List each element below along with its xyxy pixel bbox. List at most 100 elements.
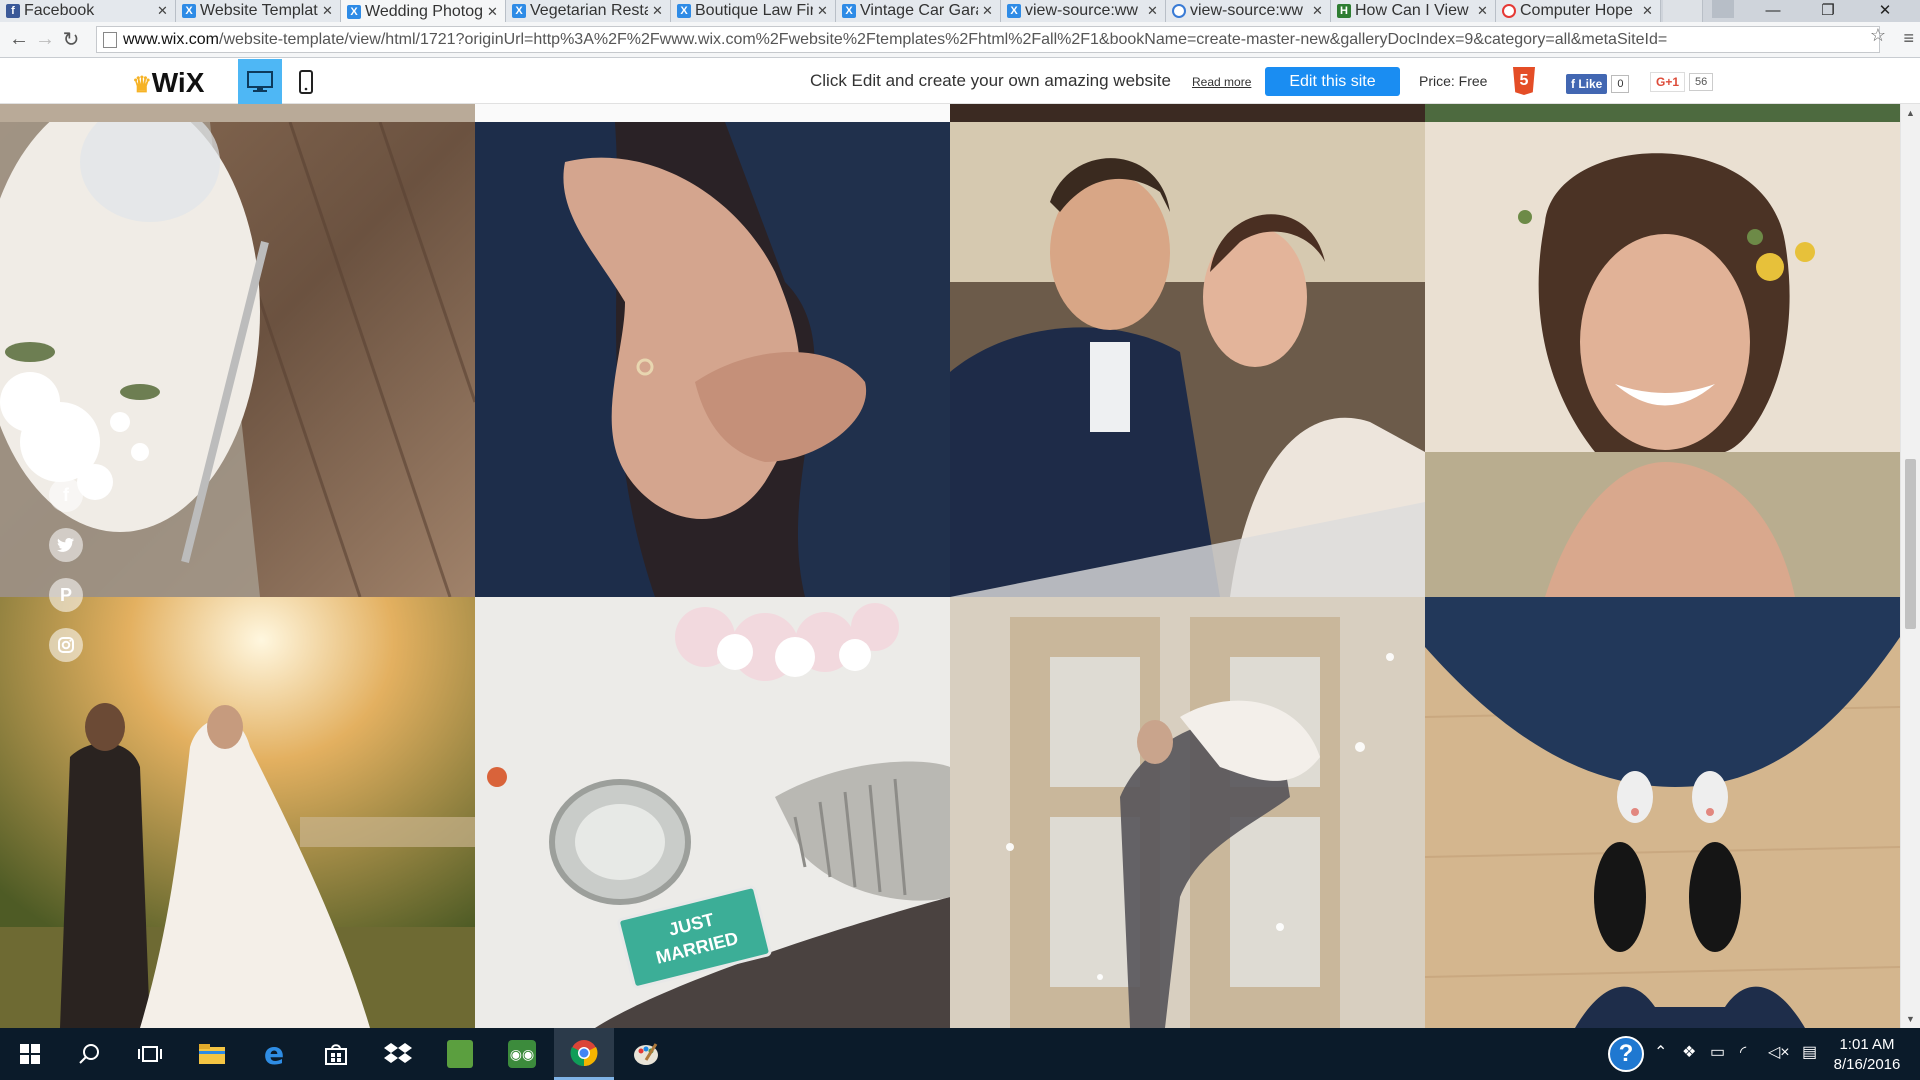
like-count: 0 <box>1611 75 1630 93</box>
tab-facebook[interactable]: f Facebook ✕ <box>0 0 176 22</box>
gallery-tile-smiling-bride[interactable] <box>1425 122 1900 597</box>
couple-in-car-photo <box>950 122 1425 597</box>
new-tab-button[interactable] <box>1663 0 1703 22</box>
wifi-icon[interactable]: ◜ <box>1740 1042 1746 1062</box>
close-icon[interactable]: ✕ <box>322 3 334 19</box>
tab-wedding-photography[interactable]: X Wedding Photog ✕ <box>341 0 506 23</box>
crown-icon: ♛ <box>132 72 152 97</box>
task-view-button[interactable] <box>120 1028 180 1080</box>
tab-view-source-2[interactable]: view-source:ww ✕ <box>1166 0 1331 22</box>
store-button[interactable] <box>306 1028 366 1080</box>
facebook-like-button[interactable]: f Like <box>1566 74 1608 94</box>
google-plus-button[interactable]: G+1 <box>1650 72 1686 92</box>
scroll-down-icon[interactable]: ▼ <box>1906 1014 1915 1024</box>
google-icon <box>1502 4 1516 18</box>
show-hidden-icons-icon[interactable]: ⌃ <box>1654 1042 1667 1062</box>
start-button[interactable] <box>0 1028 60 1080</box>
url-host: www.wix.com <box>123 30 220 48</box>
couple-sunset-field-photo <box>0 597 475 1028</box>
clock-time: 1:01 AM <box>1839 1036 1895 1053</box>
instagram-icon[interactable] <box>49 628 83 662</box>
tripadvisor-button[interactable]: ◉◉ <box>492 1028 552 1080</box>
minimize-icon[interactable]: — <box>1750 0 1796 22</box>
wix-logo[interactable]: ♛WiX <box>132 67 204 99</box>
close-icon[interactable]: ✕ <box>982 3 994 19</box>
chrome-button[interactable] <box>554 1028 614 1080</box>
desktop-view-button[interactable] <box>238 59 282 104</box>
close-icon[interactable]: ✕ <box>652 3 664 19</box>
chrome-menu-icon[interactable]: ≡ <box>1903 28 1914 49</box>
close-icon[interactable]: ✕ <box>1477 3 1489 19</box>
reload-icon[interactable]: ↻ <box>58 27 84 52</box>
search-icon <box>79 1044 99 1064</box>
html5-icon: 5 <box>1513 67 1535 95</box>
close-icon[interactable]: ✕ <box>817 3 829 19</box>
read-more-link[interactable]: Read more <box>1192 75 1251 89</box>
evernote-button[interactable] <box>430 1028 490 1080</box>
back-icon[interactable]: ← <box>6 28 32 51</box>
wix-icon: X <box>512 4 526 18</box>
forward-icon[interactable]: → <box>32 28 58 51</box>
tab-title: view-source:ww <box>1025 2 1138 19</box>
tab-vintage-car-garage[interactable]: X Vintage Car Gara ✕ <box>836 0 1001 22</box>
folder-icon <box>199 1044 225 1064</box>
paint-button[interactable] <box>616 1028 676 1080</box>
gallery-tile-couple-in-car[interactable] <box>950 122 1425 597</box>
close-icon[interactable]: ✕ <box>157 3 169 19</box>
close-window-icon[interactable]: ✕ <box>1862 0 1908 22</box>
battery-icon[interactable]: ▭ <box>1710 1042 1725 1062</box>
edge-button[interactable]: e <box>244 1028 304 1080</box>
page-viewport: JUST MARRIED f P <box>0 104 1900 1028</box>
store-icon <box>325 1044 347 1065</box>
dropbox-tray-icon[interactable]: ❖ <box>1682 1042 1696 1062</box>
close-icon[interactable]: ✕ <box>1147 3 1159 19</box>
tab-title: view-source:ww <box>1190 2 1303 19</box>
gallery-tile-just-married-car[interactable]: JUST MARRIED <box>475 597 950 1028</box>
chrome-icon <box>570 1039 598 1066</box>
tab-website-templates[interactable]: X Website Templat ✕ <box>176 0 341 22</box>
gallery-tile-engagement-ring[interactable] <box>475 122 950 597</box>
tab-view-source-1[interactable]: X view-source:ww ✕ <box>1001 0 1166 22</box>
facebook-icon[interactable]: f <box>49 478 83 512</box>
url-input[interactable]: www.wix.com/website-template/view/html/1… <box>96 26 1880 53</box>
system-clock[interactable]: 1:01 AM 8/16/2016 <box>1822 1035 1912 1075</box>
engagement-ring-hands-photo <box>475 122 950 597</box>
file-explorer-button[interactable] <box>182 1028 242 1080</box>
help-icon[interactable]: ? <box>1608 1036 1644 1072</box>
restore-icon[interactable]: ❐ <box>1805 0 1851 22</box>
tab-title: Website Templat <box>200 2 318 19</box>
user-profile-icon[interactable] <box>1712 0 1734 18</box>
facebook-like-widget[interactable]: f Like 0 <box>1566 74 1630 94</box>
wix-icon: X <box>677 4 691 18</box>
gallery-tile-table-setting[interactable] <box>0 122 475 597</box>
just-married-car-photo: JUST MARRIED <box>475 597 950 1028</box>
gallery-tile-couple-shoes[interactable] <box>1425 597 1900 1028</box>
facebook-icon: f <box>6 4 20 18</box>
dropbox-button[interactable] <box>368 1028 428 1080</box>
close-icon[interactable]: ✕ <box>1312 3 1324 19</box>
like-label: Like <box>1578 77 1603 91</box>
google-plus-widget[interactable]: G+1 56 <box>1650 72 1714 92</box>
tab-vegetarian-restaurant[interactable]: X Vegetarian Resta ✕ <box>506 0 671 22</box>
edit-this-site-button[interactable]: Edit this site <box>1265 67 1400 96</box>
page-scrollbar[interactable]: ▲ ▼ <box>1900 104 1920 1028</box>
previous-row-strip <box>0 104 1900 122</box>
tab-computer-hope[interactable]: Computer Hope ✕ <box>1496 0 1661 22</box>
gallery-tile-couple-sunset[interactable] <box>0 597 475 1028</box>
action-center-icon[interactable]: ▤ <box>1802 1042 1817 1062</box>
gallery-tile-couple-dancing[interactable] <box>950 597 1425 1028</box>
volume-mute-icon[interactable]: ◁× <box>1768 1042 1790 1062</box>
search-button[interactable] <box>60 1028 120 1080</box>
edge-icon: e <box>263 1036 285 1072</box>
close-icon[interactable]: ✕ <box>1642 3 1654 19</box>
scroll-up-icon[interactable]: ▲ <box>1906 108 1915 118</box>
pinterest-icon[interactable]: P <box>49 578 83 612</box>
mobile-view-button[interactable] <box>284 59 328 104</box>
chrome-icon <box>1172 4 1186 18</box>
scroll-thumb[interactable] <box>1905 459 1916 629</box>
bookmark-star-icon[interactable]: ☆ <box>1870 25 1886 46</box>
close-icon[interactable]: ✕ <box>487 4 499 20</box>
tab-boutique-law-firm[interactable]: X Boutique Law Fir ✕ <box>671 0 836 22</box>
tab-how-can-i-view[interactable]: H How Can I View ✕ <box>1331 0 1496 22</box>
twitter-icon[interactable] <box>49 528 83 562</box>
